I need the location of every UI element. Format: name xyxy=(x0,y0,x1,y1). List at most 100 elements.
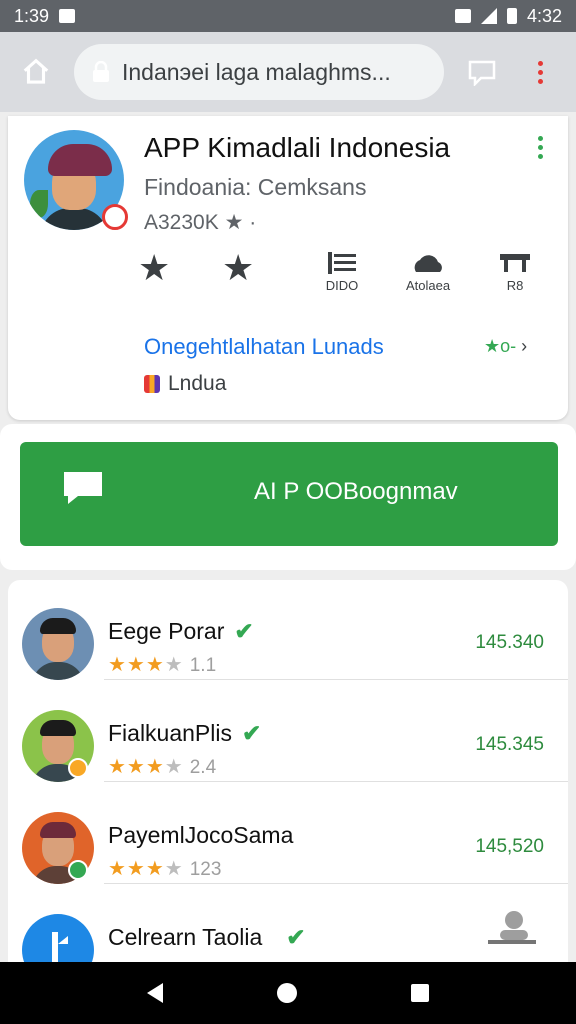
signal-icon xyxy=(480,8,497,24)
stars-icon: ★★★★ xyxy=(108,858,184,880)
list-item[interactable]: FialkuanPlis ✔ ★★★★ 2.4 145.345 xyxy=(8,682,568,782)
avatar xyxy=(22,608,94,680)
desk-icon xyxy=(500,254,530,272)
avatar-hair xyxy=(40,618,76,634)
expand-text: ★o- xyxy=(484,336,517,356)
dot-icon xyxy=(538,154,543,159)
stars-icon: ★★★★ xyxy=(108,756,184,778)
check-icon: ✔ xyxy=(234,618,254,644)
tabs-icon xyxy=(468,60,496,86)
primary-action-section: AI P OOBoognmav xyxy=(0,424,576,570)
tag-icon xyxy=(144,375,160,393)
app-logo-icon xyxy=(52,932,68,964)
home-icon xyxy=(23,58,49,84)
tag-label: Lndua xyxy=(168,372,227,395)
review-list: Eege Porar ✔ ★★★★ 1.1 145.340 FialkuanPlis… xyxy=(8,580,568,964)
list-item-value: 145.345 xyxy=(475,734,544,755)
action-label: DIDO xyxy=(325,278,359,293)
back-icon[interactable] xyxy=(147,983,163,1003)
dot-icon xyxy=(538,145,543,150)
dot-icon xyxy=(538,136,543,141)
action-row: ★ ★ DIDO Atolaea R8 xyxy=(138,250,548,300)
list-icon xyxy=(328,252,356,274)
app-more-button[interactable] xyxy=(538,136,543,159)
chat-icon xyxy=(64,472,102,504)
avatar xyxy=(22,914,94,964)
dot-icon xyxy=(537,69,543,75)
item-name-text: Celrearn Taolia xyxy=(108,924,263,950)
lock-icon xyxy=(93,61,109,82)
list-item-name: Celrearn Taolia ✔ xyxy=(108,924,306,951)
category-tag[interactable]: Lndua xyxy=(144,372,226,396)
leaf-shape xyxy=(30,190,48,218)
action-desk-button[interactable]: R8 xyxy=(498,250,532,293)
recent-apps-icon[interactable] xyxy=(411,984,429,1002)
list-item-name: PayemlJocoSama xyxy=(108,822,293,849)
system-nav-bar xyxy=(0,962,576,1024)
avatar-hat xyxy=(48,144,112,176)
details-link[interactable]: Onegehtlalhatan Lunads xyxy=(144,334,384,360)
rate-star-button[interactable]: ★ xyxy=(138,250,170,286)
verified-badge-icon xyxy=(102,204,128,230)
url-text: Indanэei laga malaghms... xyxy=(122,58,391,85)
rate-star-button[interactable]: ★ xyxy=(222,250,254,286)
avatar-hat xyxy=(40,822,76,838)
desk-user-icon[interactable] xyxy=(482,908,538,948)
rating-value: 1.1 xyxy=(189,655,217,676)
list-item[interactable]: Celrearn Taolia✔ ★★★ xyxy=(8,886,568,964)
stars-icon: ★★★★ xyxy=(108,654,184,676)
divider xyxy=(104,781,568,782)
browser-toolbar: Indanэei laga malaghms... xyxy=(0,32,576,112)
divider xyxy=(104,679,568,680)
cloud-icon xyxy=(414,255,442,272)
app-title: APP Kimadlali Indonesia xyxy=(144,132,451,163)
divider xyxy=(104,883,568,884)
status-time: 1:39 xyxy=(14,5,50,26)
avatar-hair xyxy=(40,720,76,736)
rating-value: 123 xyxy=(189,859,222,880)
chevron-right-icon: › xyxy=(521,336,528,356)
home-circle-icon[interactable] xyxy=(277,983,297,1003)
check-circle-icon: ✔ xyxy=(242,720,262,746)
primary-action-label: AI P OOBoognmav xyxy=(254,478,458,505)
check-circle-icon: ✔ xyxy=(286,924,306,950)
app-header-card: APP Kimadlali Indonesia Findoania: Cemks… xyxy=(8,116,568,420)
app-developer[interactable]: Findoania: Cemksans xyxy=(144,174,366,201)
star-icon: ★ xyxy=(222,247,255,288)
list-item-name: FialkuanPlis ✔ xyxy=(108,720,261,747)
overflow-menu-button[interactable] xyxy=(520,52,560,92)
status-bar: 1:39 4:32 xyxy=(0,0,576,32)
dot-icon xyxy=(537,60,543,66)
dot-icon xyxy=(537,78,543,84)
rating-stars: ★★★★ 123 xyxy=(108,856,221,881)
rating-stars: ★★★★ 2.4 xyxy=(108,754,216,779)
battery-icon xyxy=(506,8,517,24)
item-name-text: Eege Porar xyxy=(108,618,225,644)
status-clock: 4:32 xyxy=(526,5,562,26)
action-list-button[interactable]: DIDO xyxy=(324,250,360,293)
status-badge-icon xyxy=(68,758,88,778)
item-name-text: FialkuanPlis xyxy=(108,720,232,746)
star-icon: ★ xyxy=(138,247,171,288)
rating-stars: ★★★★ 1.1 xyxy=(108,652,216,677)
list-item-name: Eege Porar ✔ xyxy=(108,618,254,645)
action-cloud-button[interactable]: Atolaea xyxy=(406,250,450,293)
avatar-body xyxy=(40,208,108,230)
address-bar[interactable]: Indanэei laga malaghms... xyxy=(74,44,444,100)
vibrate-icon xyxy=(454,9,471,23)
app-meta: A3230K ★ · xyxy=(144,211,257,234)
list-item-value: 145,520 xyxy=(475,836,544,857)
primary-action-button[interactable]: AI P OOBoognmav xyxy=(20,442,558,546)
home-button[interactable] xyxy=(16,52,56,92)
rating-value: 2.4 xyxy=(189,757,217,778)
action-label: Atolaea xyxy=(406,278,451,293)
list-item[interactable]: Eege Porar ✔ ★★★★ 1.1 145.340 xyxy=(8,580,568,680)
notification-icon xyxy=(59,9,76,23)
expand-link[interactable]: ★o- › xyxy=(484,336,527,357)
action-label: R8 xyxy=(506,278,524,293)
tabs-button[interactable] xyxy=(462,52,502,92)
list-item[interactable]: PayemlJocoSama ★★★★ 123 145,520 xyxy=(8,784,568,884)
item-name-text: PayemlJocoSama xyxy=(108,822,294,848)
avatar-shirt xyxy=(32,662,84,680)
verified-badge-icon xyxy=(68,860,88,880)
